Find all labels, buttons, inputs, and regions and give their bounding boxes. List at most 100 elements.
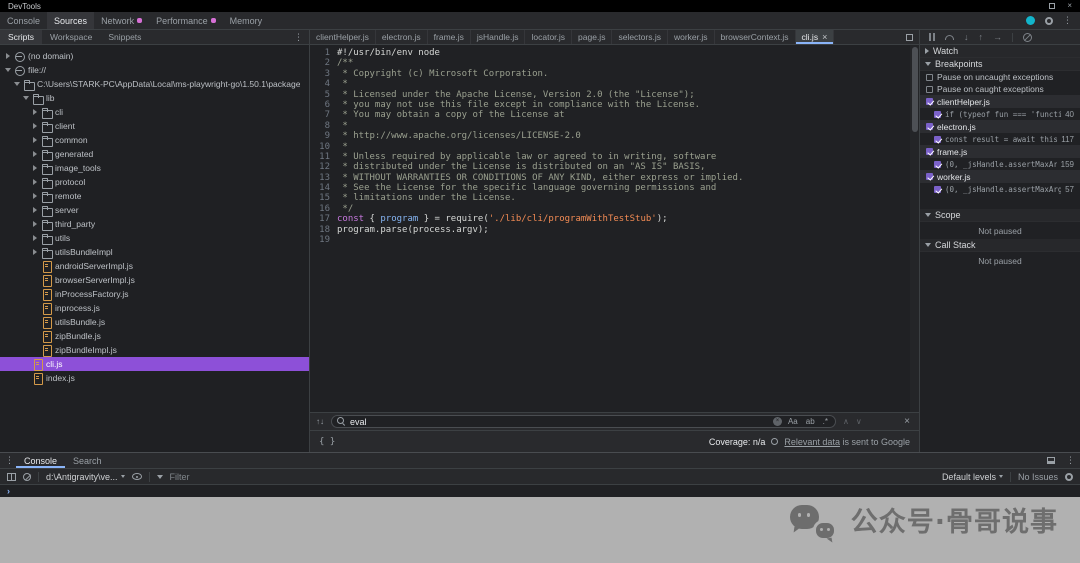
- checkbox-checked-icon[interactable]: [934, 110, 941, 118]
- line-number[interactable]: 17: [310, 214, 337, 224]
- checkbox-checked-icon[interactable]: [934, 135, 941, 143]
- call-stack-section-header[interactable]: Call Stack: [920, 239, 1080, 252]
- tree-collapsed-icon[interactable]: [31, 179, 39, 185]
- code-editor[interactable]: 1 #!/usr/bin/env node 2/** 3 * Copyright (c…: [310, 45, 919, 412]
- breakpoint-group-frame-js[interactable]: frame.js: [920, 145, 1080, 158]
- tree-collapsed-icon[interactable]: [31, 221, 39, 227]
- context-selector[interactable]: d:\Antigravity\ve...: [46, 472, 125, 482]
- line-number[interactable]: 4: [310, 79, 337, 89]
- tree-expanded-icon[interactable]: [4, 68, 12, 72]
- tree-item-server[interactable]: server: [0, 203, 309, 217]
- breakpoint-entry[interactable]: if (typeof fun === 'functio… 40: [920, 108, 1080, 120]
- more-options-icon[interactable]: ⋮: [1063, 16, 1072, 25]
- tree-collapsed-icon[interactable]: [31, 123, 39, 129]
- close-tab-icon[interactable]: ×: [822, 32, 827, 42]
- regex-toggle[interactable]: .*: [821, 417, 830, 426]
- editor-tab-page-js[interactable]: page.js: [572, 30, 613, 44]
- whole-word-toggle[interactable]: ab: [804, 417, 817, 426]
- tree-item-utils[interactable]: utils: [0, 231, 309, 245]
- live-expression-eye-icon[interactable]: [131, 473, 142, 480]
- console-filter-input[interactable]: Filter: [170, 472, 190, 482]
- deactivate-breakpoints-icon[interactable]: [1023, 32, 1032, 42]
- update-badge-icon[interactable]: [1026, 16, 1035, 25]
- tree-collapsed-icon[interactable]: [31, 165, 39, 171]
- breakpoint-group-electron-js[interactable]: electron.js: [920, 120, 1080, 133]
- tree-item-generated[interactable]: generated: [0, 147, 309, 161]
- line-number[interactable]: 8: [310, 121, 337, 131]
- tree-item-common[interactable]: common: [0, 133, 309, 147]
- line-number[interactable]: 16: [310, 204, 337, 214]
- checkbox-checked-icon[interactable]: [926, 98, 933, 105]
- tree-item-zipbundleimpl-js[interactable]: zipBundleImpl.js: [0, 343, 309, 357]
- checkbox-checked-icon[interactable]: [926, 123, 933, 130]
- drawer-dock-icon[interactable]: [1047, 457, 1055, 464]
- tree-item-cli-js[interactable]: cli.js: [0, 357, 309, 371]
- match-case-toggle[interactable]: Aa: [786, 417, 800, 426]
- tree-item-utilsbundle-js[interactable]: utilsBundle.js: [0, 315, 309, 329]
- pretty-print-icon[interactable]: { }: [319, 437, 335, 447]
- tree-collapsed-icon[interactable]: [4, 53, 12, 59]
- search-query[interactable]: eval: [350, 417, 367, 427]
- tree-collapsed-icon[interactable]: [31, 249, 39, 255]
- scope-section-header[interactable]: Scope: [920, 209, 1080, 222]
- checkbox-unchecked-icon[interactable]: [926, 85, 933, 93]
- line-number[interactable]: 15: [310, 193, 337, 203]
- tree-item-c-users-stark-pc-appdata-local-ms-playwright-go-[interactable]: C:\Users\STARK-PC\AppData\Local\ms-playw…: [0, 77, 309, 91]
- tree-item-index-js[interactable]: index.js: [0, 371, 309, 385]
- console-sidebar-icon[interactable]: [7, 472, 16, 481]
- breakpoint-entry[interactable]: (0, _jsHandle.assertMaxArg… 159: [920, 158, 1080, 170]
- breakpoint-group-worker-js[interactable]: worker.js: [920, 170, 1080, 183]
- tree-collapsed-icon[interactable]: [31, 137, 39, 143]
- tree-item-browserserverimpl-js[interactable]: browserServerImpl.js: [0, 273, 309, 287]
- issues-counter[interactable]: No Issues: [1018, 472, 1058, 482]
- navigator-tab-scripts[interactable]: Scripts: [0, 30, 42, 44]
- tab-console[interactable]: Console: [0, 12, 47, 29]
- log-levels-dropdown[interactable]: Default levels: [942, 472, 1003, 482]
- editor-tab-electron-js[interactable]: electron.js: [376, 30, 428, 44]
- tree-item-file[interactable]: file://: [0, 63, 309, 77]
- tab-network[interactable]: Network: [94, 12, 149, 29]
- tree-item-remote[interactable]: remote: [0, 189, 309, 203]
- tree-expanded-icon[interactable]: [22, 96, 30, 100]
- maximize-icon[interactable]: [1049, 3, 1056, 9]
- editor-tab-clienthelper-js[interactable]: clientHelper.js: [310, 30, 376, 44]
- close-search-icon[interactable]: ×: [904, 416, 913, 427]
- tree-collapsed-icon[interactable]: [31, 235, 39, 241]
- editor-tab-selectors-js[interactable]: selectors.js: [612, 30, 668, 44]
- line-number[interactable]: 14: [310, 183, 337, 193]
- editor-tab-cli-js[interactable]: cli.js ×: [795, 30, 835, 44]
- tab-overflow-icon[interactable]: [906, 33, 913, 41]
- step-into-icon[interactable]: ↓: [964, 32, 969, 42]
- console-settings-icon[interactable]: [1065, 472, 1073, 481]
- tree-expanded-icon[interactable]: [13, 82, 21, 86]
- tree-item-third-party[interactable]: third_party: [0, 217, 309, 231]
- checkbox-checked-icon[interactable]: [934, 185, 941, 193]
- line-number[interactable]: 7: [310, 110, 337, 120]
- line-number[interactable]: 2: [310, 58, 337, 68]
- tree-collapsed-icon[interactable]: [31, 193, 39, 199]
- editor-scrollbar[interactable]: [910, 45, 919, 412]
- step-over-icon[interactable]: [945, 34, 954, 40]
- breakpoint-group-clienthelper-js[interactable]: clientHelper.js: [920, 95, 1080, 108]
- tree-collapsed-icon[interactable]: [31, 207, 39, 213]
- tree-item-androidserverimpl-js[interactable]: androidServerImpl.js: [0, 259, 309, 273]
- tree-item-utilsbundleimpl[interactable]: utilsBundleImpl: [0, 245, 309, 259]
- clear-console-icon[interactable]: [23, 472, 31, 481]
- checkbox-checked-icon[interactable]: [926, 173, 933, 180]
- relevant-data-link[interactable]: Relevant data: [784, 437, 840, 447]
- close-window-icon[interactable]: ×: [1067, 2, 1072, 10]
- tree-item-inprocessfactory-js[interactable]: inProcessFactory.js: [0, 287, 309, 301]
- editor-tab-frame-js[interactable]: frame.js: [428, 30, 471, 44]
- line-number[interactable]: 13: [310, 173, 337, 183]
- editor-search-input[interactable]: eval × Aa ab .*: [331, 415, 836, 428]
- line-number[interactable]: 11: [310, 152, 337, 162]
- drawer-more-icon[interactable]: ⋮: [1066, 456, 1075, 465]
- line-number[interactable]: 18: [310, 225, 337, 235]
- line-number[interactable]: 9: [310, 131, 337, 141]
- watch-section-header[interactable]: Watch: [920, 45, 1080, 58]
- tab-memory[interactable]: Memory: [223, 12, 270, 29]
- tree-item-inprocess-js[interactable]: inprocess.js: [0, 301, 309, 315]
- tree-item-protocol[interactable]: protocol: [0, 175, 309, 189]
- tree-item-client[interactable]: client: [0, 119, 309, 133]
- editor-tab-browsercontext-js[interactable]: browserContext.js: [715, 30, 796, 44]
